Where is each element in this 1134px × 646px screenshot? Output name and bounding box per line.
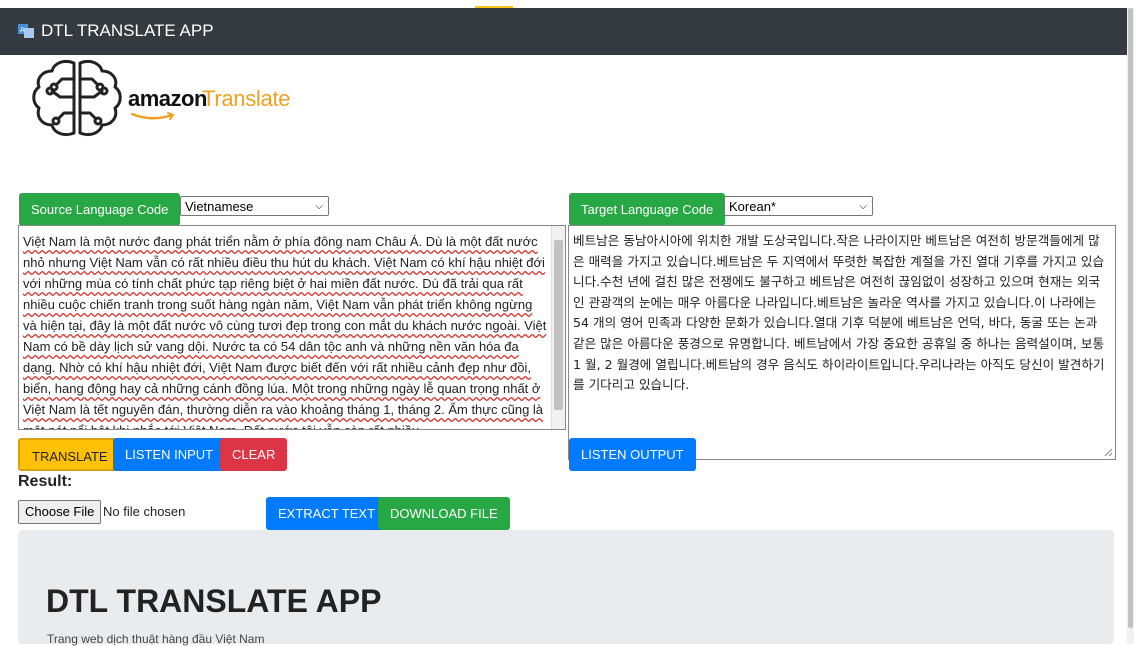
brain-logo-icon	[32, 59, 122, 137]
target-language-value: Korean*	[729, 199, 776, 214]
navbar: A DTL TRANSLATE APP	[0, 8, 1127, 55]
target-text-output[interactable]: 베트남은 동남아시아에 위치한 개발 도상국입니다.작은 나라이지만 베트남은 …	[568, 225, 1116, 460]
source-scroll-thumb[interactable]	[554, 240, 563, 410]
clear-button[interactable]: CLEAR	[220, 438, 288, 471]
extract-text-button[interactable]: EXTRACT TEXT	[266, 497, 388, 530]
download-file-button[interactable]: DOWNLOAD FILE	[378, 497, 510, 530]
listen-output-button[interactable]: LISTEN OUTPUT	[569, 438, 696, 471]
navbar-title[interactable]: DTL TRANSLATE APP	[41, 21, 214, 41]
page-scrollbar[interactable]	[1127, 8, 1134, 644]
target-language-select[interactable]: Korean* ⌵	[724, 196, 873, 216]
source-scrollbar[interactable]	[551, 226, 565, 429]
source-language-value: Vietnamese	[185, 199, 254, 214]
file-status-text: No file chosen	[103, 504, 186, 519]
chevron-down-icon: ⌵	[315, 201, 323, 212]
window-top-strip	[0, 0, 1134, 8]
page-scroll-thumb[interactable]	[1128, 8, 1133, 628]
choose-file-button[interactable]: Choose File	[18, 500, 102, 524]
amazon-logo-text: amazon	[128, 86, 207, 111]
source-text-content: Việt Nam là một nước đang phát triển nằm…	[23, 234, 547, 429]
target-text-content: 베트남은 동남아시아에 위치한 개발 도상국입니다.작은 나라이지만 베트남은 …	[573, 233, 1105, 393]
translate-button[interactable]: TRANSLATE	[18, 438, 122, 471]
source-language-label: Source Language Code	[19, 193, 181, 226]
chevron-down-icon: ⌵	[859, 201, 867, 212]
listen-input-button[interactable]: LISTEN INPUT	[113, 438, 226, 471]
target-language-label: Target Language Code	[569, 193, 726, 226]
translate-logo-text: Translate	[202, 86, 291, 111]
amazon-smile-icon	[130, 112, 175, 120]
svg-text:A: A	[20, 26, 25, 34]
source-text-input[interactable]: Việt Nam là một nước đang phát triển nằm…	[18, 225, 566, 430]
translate-app-icon: A	[18, 24, 34, 38]
result-label: Result:	[18, 473, 73, 490]
source-language-select[interactable]: Vietnamese ⌵	[180, 196, 329, 216]
resize-handle-icon[interactable]	[1104, 448, 1113, 457]
jumbotron-title: DTL TRANSLATE APP	[46, 583, 382, 619]
